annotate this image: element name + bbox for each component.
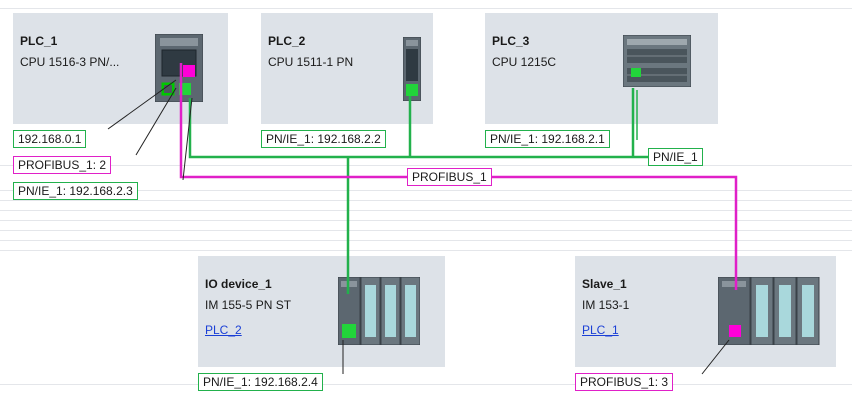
pn-port-2-icon[interactable]	[179, 83, 191, 95]
device-io-device-1[interactable]: IO device_1 IM 155-5 PN ST PLC_2	[198, 256, 445, 367]
profibus-subnet-name-label[interactable]: PROFIBUS_1	[407, 168, 492, 186]
plc3-pnie-address-label[interactable]: PN/IE_1: 192.168.2.1	[485, 130, 610, 148]
device-slave-1[interactable]: Slave_1 IM 153-1 PLC_1	[575, 256, 836, 367]
device-plc-1[interactable]: PLC_1 CPU 1516-3 PN/...	[13, 13, 228, 124]
cpu-module-icon[interactable]	[623, 35, 691, 87]
cpu-module-icon[interactable]	[403, 37, 421, 101]
device-name: PLC_1	[20, 34, 58, 48]
io-station-rack-icon[interactable]	[338, 277, 420, 345]
plc1-profibus-address-label[interactable]: PROFIBUS_1: 2	[13, 156, 112, 174]
pnie-subnet-name-label[interactable]: PN/IE_1	[648, 148, 703, 166]
plc1-ip-address-label[interactable]: 192.168.0.1	[13, 130, 87, 148]
device-type: IM 153-1	[582, 298, 630, 312]
pn-port-icon[interactable]	[631, 68, 641, 77]
device-type: IM 155-5 PN ST	[205, 298, 292, 312]
pn-port-icon[interactable]	[342, 324, 356, 338]
assigned-controller-link[interactable]: PLC_2	[205, 323, 242, 337]
device-type: CPU 1215C	[492, 55, 557, 69]
plc2-pnie-address-label[interactable]: PN/IE_1: 192.168.2.2	[261, 130, 386, 148]
device-plc-3[interactable]: PLC_3 CPU 1215C	[485, 13, 718, 124]
device-plc-2[interactable]: PLC_2 CPU 1511-1 PN	[261, 13, 433, 124]
slave-profibus-address-label[interactable]: PROFIBUS_1: 3	[575, 373, 674, 391]
pn-port-icon[interactable]	[406, 84, 418, 96]
profibus-port-icon[interactable]	[183, 65, 195, 77]
cpu-module-icon[interactable]	[155, 34, 203, 102]
device-name: Slave_1	[582, 277, 627, 291]
device-type: CPU 1511-1 PN	[268, 55, 354, 69]
device-name: IO device_1	[205, 277, 272, 291]
device-name: PLC_3	[492, 34, 530, 48]
io-station-rack-icon[interactable]	[718, 277, 822, 345]
plc1-pnie-address-label[interactable]: PN/IE_1: 192.168.2.3	[13, 182, 138, 200]
io-device-pnie-address-label[interactable]: PN/IE_1: 192.168.2.4	[198, 373, 323, 391]
assigned-controller-link[interactable]: PLC_1	[582, 323, 619, 337]
device-name: PLC_2	[268, 34, 306, 48]
device-type: CPU 1516-3 PN/...	[20, 55, 120, 69]
profibus-port-icon[interactable]	[729, 325, 741, 337]
